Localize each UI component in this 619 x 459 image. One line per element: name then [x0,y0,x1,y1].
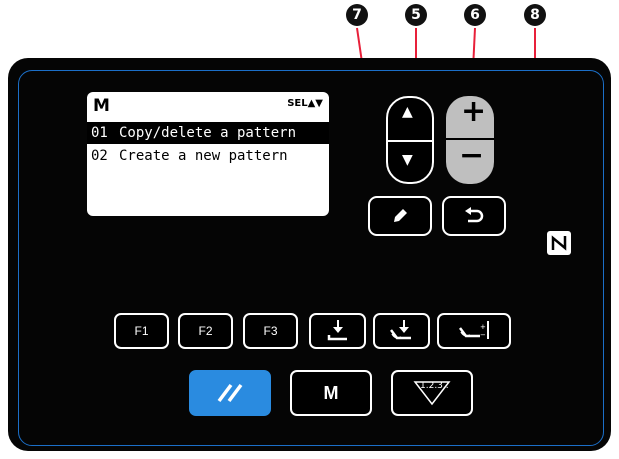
lcd-item-label: Create a new pattern [119,148,288,164]
counter-label: 1.2.3.. [420,381,449,391]
lcd-item-number: 02 [91,148,108,164]
svg-text:+: + [480,323,486,331]
ready-icon [217,383,243,403]
presser-foot-button[interactable] [309,313,366,349]
lcd-list-item[interactable]: 01 Copy/delete a pattern [87,122,329,144]
lcd-sel-indicator: SEL▲▼ [287,98,323,109]
counter-button[interactable]: 1.2.3.. [391,370,473,416]
ready-button[interactable] [189,370,271,416]
return-button[interactable] [442,196,506,236]
thread-trim-icon [389,320,411,340]
lcd-mode-indicator: M [93,96,110,116]
thread-trim-button[interactable] [373,313,430,349]
f1-button[interactable]: F1 [114,313,169,349]
counter-icon: 1.2.3.. [412,379,452,407]
presser-foot-icon [327,320,347,341]
lcd-screen: M SEL▲▼ 01 Copy/delete a pattern 02 Create… [87,92,329,216]
lcd-item-label: Copy/delete a pattern [119,125,297,141]
nfc-icon [547,231,571,255]
lcd-item-number: 01 [91,125,108,141]
stitch-adjust-button[interactable]: + − [437,313,511,349]
svg-text:−: − [480,331,486,339]
minus-button[interactable]: − [459,138,484,173]
plus-button[interactable]: + [461,94,486,129]
return-icon [465,207,484,223]
stitch-adjust-icon: + − [459,321,489,339]
mode-button[interactable]: M [290,370,372,416]
down-button[interactable]: ▼ [402,152,413,168]
up-button[interactable]: ▲ [402,104,413,120]
pencil-icon [394,209,407,222]
lcd-list-item[interactable]: 02 Create a new pattern [87,145,329,167]
edit-button[interactable] [368,196,432,236]
f2-button[interactable]: F2 [178,313,233,349]
f3-button[interactable]: F3 [243,313,298,349]
